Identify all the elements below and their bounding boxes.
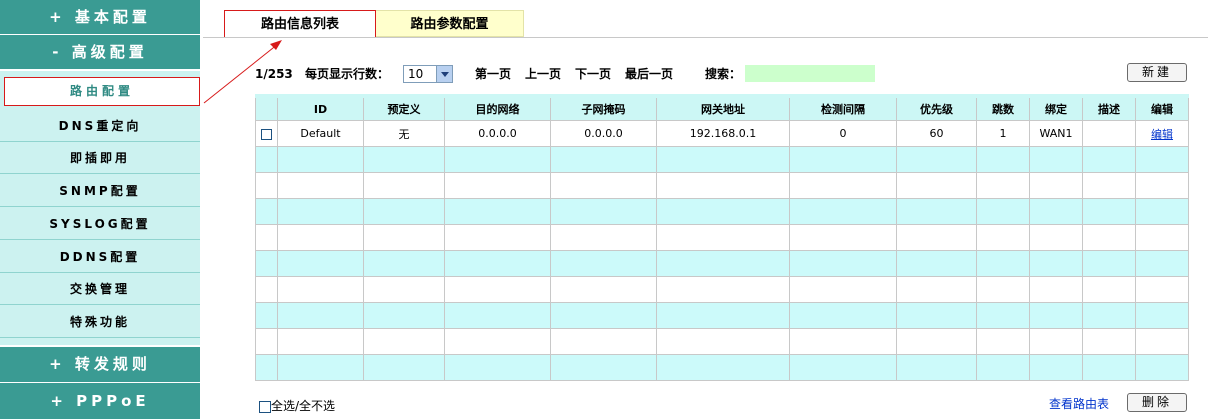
col-header-description: 描述 — [1082, 94, 1136, 121]
new-button[interactable]: 新建 — [1127, 63, 1187, 82]
sidebar-pppoe[interactable]: + PPPoE — [0, 383, 200, 419]
empty-table-row — [255, 302, 1189, 329]
select-all-label[interactable]: 全选/全不选 — [271, 399, 335, 413]
prev-page-link[interactable]: 上一页 — [525, 63, 561, 85]
sidebar-item-ddns[interactable]: DDNS配置 — [0, 241, 200, 273]
cell-interval: 0 — [789, 120, 897, 147]
empty-table-row — [255, 276, 1189, 303]
col-header-edit: 编辑 — [1135, 94, 1189, 121]
select-all-checkbox[interactable] — [259, 400, 271, 413]
cell-destination: 0.0.0.0 — [444, 120, 551, 147]
cell-priority: 60 — [896, 120, 977, 147]
table-header-row: ID 预定义 目的网络 子网掩码 网关地址 检测间隔 优先级 跳数 绑定 描述 … — [255, 94, 1189, 121]
cell-predefined: 无 — [363, 120, 445, 147]
sidebar-item-switch-management[interactable]: 交换管理 — [0, 273, 200, 305]
col-header-bind: 绑定 — [1029, 94, 1083, 121]
sidebar-item-special-functions[interactable]: 特殊功能 — [0, 306, 200, 338]
chevron-down-icon[interactable] — [436, 66, 452, 82]
col-header-id: ID — [277, 94, 364, 121]
empty-table-row — [255, 250, 1189, 277]
cell-edit: 编辑 — [1135, 120, 1189, 147]
sidebar-item-route-config[interactable]: 路由配置 — [4, 77, 200, 106]
select-all-control[interactable]: 全选/全不选 — [259, 397, 335, 414]
cell-hops: 1 — [976, 120, 1030, 147]
empty-table-row — [255, 224, 1189, 251]
tab-route-params[interactable]: 路由参数配置 — [376, 10, 524, 37]
row-checkbox[interactable] — [261, 128, 272, 140]
row-select-cell — [255, 120, 278, 147]
route-table: ID 预定义 目的网络 子网掩码 网关地址 检测间隔 优先级 跳数 绑定 描述 … — [255, 94, 1189, 381]
sidebar-item-syslog[interactable]: SYSLOG配置 — [0, 208, 200, 240]
empty-table-row — [255, 172, 1189, 199]
view-route-table-link[interactable]: 查看路由表 — [1049, 395, 1109, 412]
delete-button[interactable]: 删除 — [1127, 393, 1187, 412]
empty-table-row — [255, 354, 1189, 381]
tab-route-list[interactable]: 路由信息列表 — [224, 10, 376, 37]
table-row: Default 无 0.0.0.0 0.0.0.0 192.168.0.1 0 … — [255, 120, 1189, 147]
sidebar-item-upnp[interactable]: 即插即用 — [0, 142, 200, 174]
sidebar-basic-config[interactable]: + 基本配置 — [0, 0, 200, 34]
col-header-priority: 优先级 — [896, 94, 977, 121]
cell-bind: WAN1 — [1029, 120, 1083, 147]
next-page-link[interactable]: 下一页 — [575, 63, 611, 85]
cell-id: Default — [277, 120, 364, 147]
col-header-subnet-mask: 子网掩码 — [550, 94, 657, 121]
rows-per-page-label: 每页显示行数： — [305, 67, 390, 81]
cell-subnet-mask: 0.0.0.0 — [550, 120, 657, 147]
sidebar-forwarding-rules[interactable]: + 转发规则 — [0, 347, 200, 382]
col-header-gateway: 网关地址 — [656, 94, 790, 121]
col-header-interval: 检测间隔 — [789, 94, 897, 121]
cell-gateway: 192.168.0.1 — [656, 120, 790, 147]
sidebar-advanced-config[interactable]: - 高级配置 — [0, 35, 200, 69]
rows-per-page-select[interactable]: 10 — [403, 65, 453, 83]
col-header-select — [255, 94, 278, 121]
sidebar: + 基本配置 - 高级配置 路由配置 DNS重定向 即插即用 SNMP配置 SY… — [0, 0, 200, 419]
search-input[interactable] — [745, 65, 875, 82]
search-label: 搜索： — [705, 67, 742, 81]
sidebar-item-dns-redirect[interactable]: DNS重定向 — [0, 110, 200, 142]
tabs-baseline — [203, 37, 1208, 38]
page-indicator: 1/253 — [255, 67, 293, 81]
col-header-hops: 跳数 — [976, 94, 1030, 121]
first-page-link[interactable]: 第一页 — [475, 63, 511, 85]
edit-link[interactable]: 编辑 — [1151, 128, 1173, 141]
cell-description — [1082, 120, 1136, 147]
col-header-destination: 目的网络 — [444, 94, 551, 121]
sidebar-item-snmp[interactable]: SNMP配置 — [0, 175, 200, 207]
last-page-link[interactable]: 最后一页 — [625, 63, 673, 85]
empty-table-row — [255, 198, 1189, 225]
empty-table-row — [255, 146, 1189, 173]
col-header-predefined: 预定义 — [363, 94, 445, 121]
arrow-head-icon — [270, 40, 282, 50]
empty-table-row — [255, 328, 1189, 355]
rows-per-page-value: 10 — [408, 67, 424, 81]
